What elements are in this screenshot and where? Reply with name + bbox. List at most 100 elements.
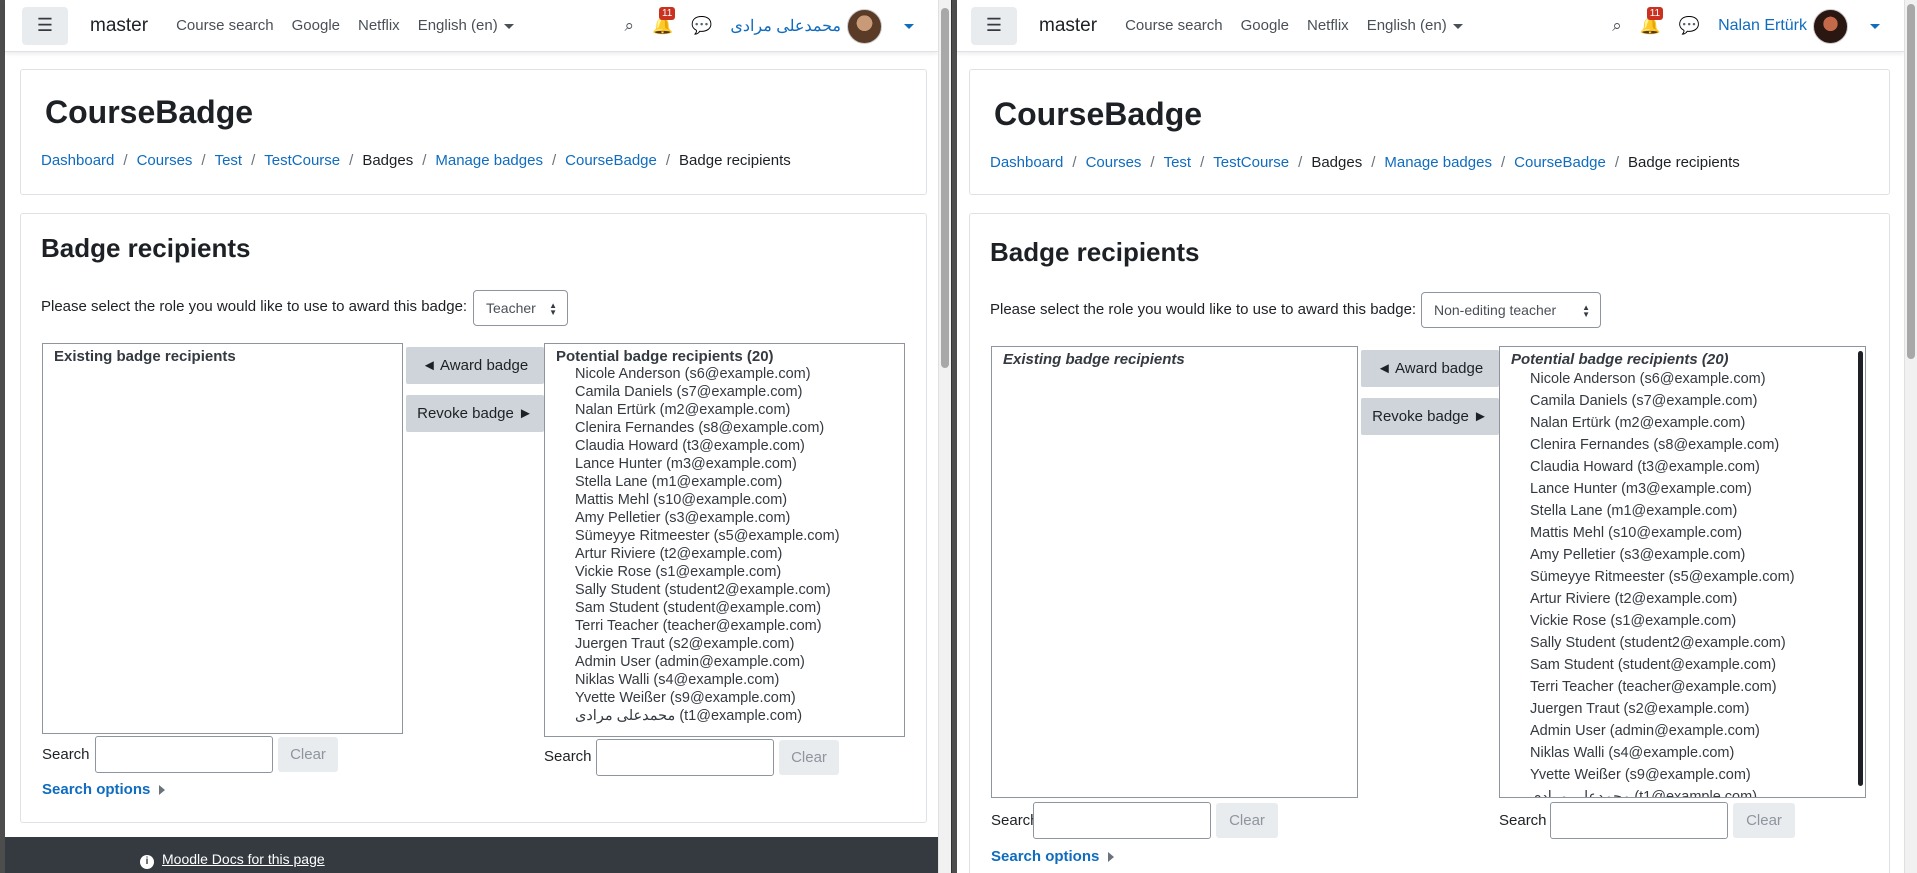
page-scrollbar[interactable] [1904,0,1917,873]
existing-search-input[interactable] [1033,802,1211,839]
nav-link-netflix[interactable]: Netflix [1307,17,1349,34]
drawer-toggle-button[interactable]: ☰ [22,6,68,45]
list-item[interactable]: Vickie Rose (s1@example.com) [1500,610,1865,632]
breadcrumb-courses[interactable]: Courses [137,152,193,169]
list-item[interactable]: Terri Teacher (teacher@example.com) [545,617,904,635]
nav-link-google[interactable]: Google [292,17,340,34]
list-item[interactable]: Sally Student (student2@example.com) [1500,632,1865,654]
list-item[interactable]: Amy Pelletier (s3@example.com) [545,509,904,527]
potential-recipients-listbox[interactable]: Potential badge recipients (20) Nicole A… [544,343,905,737]
search-options-toggle[interactable]: Search options [42,781,166,798]
breadcrumb-coursebadge[interactable]: CourseBadge [1514,154,1606,171]
breadcrumb-manage-badges[interactable]: Manage badges [1384,154,1492,171]
nav-link-google[interactable]: Google [1241,17,1289,34]
breadcrumb-testcourse[interactable]: TestCourse [264,152,340,169]
list-item[interactable]: Clenira Fernandes (s8@example.com) [545,419,904,437]
existing-search-input[interactable] [95,736,273,773]
list-item[interactable]: Sümeyye Ritmeester (s5@example.com) [1500,566,1865,588]
potential-recipients-listbox[interactable]: Potential badge recipients (20) Nicole A… [1499,346,1866,798]
list-item[interactable]: Nalan Ertürk (m2@example.com) [545,401,904,419]
drawer-toggle-button[interactable]: ☰ [971,6,1017,45]
list-item[interactable]: Artur Riviere (t2@example.com) [1500,588,1865,610]
breadcrumb-testcourse[interactable]: TestCourse [1213,154,1289,171]
list-item[interactable]: Vickie Rose (s1@example.com) [545,563,904,581]
breadcrumb-dashboard[interactable]: Dashboard [41,152,114,169]
breadcrumb-manage-badges[interactable]: Manage badges [435,152,543,169]
list-item[interactable]: Nalan Ertürk (m2@example.com) [1500,412,1865,434]
list-item[interactable]: Mattis Mehl (s10@example.com) [545,491,904,509]
page-scrollbar[interactable] [938,0,951,873]
avatar[interactable] [1813,8,1848,44]
search-options-toggle[interactable]: Search options [991,848,1115,865]
messages-icon[interactable]: 💬 [691,16,712,36]
existing-clear-button[interactable]: Clear [278,737,338,772]
moodle-docs-link[interactable]: i Moodle Docs for this page [140,851,325,869]
breadcrumb-dashboard[interactable]: Dashboard [990,154,1063,171]
breadcrumb-coursebadge[interactable]: CourseBadge [565,152,657,169]
list-item[interactable]: Nicole Anderson (s6@example.com) [545,365,904,383]
user-menu-name[interactable]: محمدعلی مرادی [730,16,841,36]
potential-clear-button[interactable]: Clear [779,740,839,775]
site-name[interactable]: master [1039,15,1097,37]
list-item[interactable]: محمدعلی مرادی (t1@example.com) [1500,786,1865,797]
list-item[interactable]: Terri Teacher (teacher@example.com) [1500,676,1865,698]
list-item[interactable]: Artur Riviere (t2@example.com) [545,545,904,563]
list-item[interactable]: Clenira Fernandes (s8@example.com) [1500,434,1865,456]
avatar[interactable] [847,8,882,44]
list-item[interactable]: Stella Lane (m1@example.com) [545,473,904,491]
list-item[interactable]: Sally Student (student2@example.com) [545,581,904,599]
list-item[interactable]: Juergen Traut (s2@example.com) [545,635,904,653]
listbox-scrollbar[interactable] [1858,351,1863,786]
list-item[interactable]: Yvette Weißer (s9@example.com) [545,689,904,707]
list-item[interactable]: Nicole Anderson (s6@example.com) [1500,368,1865,390]
list-item[interactable]: Camila Daniels (s7@example.com) [545,383,904,401]
role-select[interactable]: Teacher ▲ ▼ [473,290,568,326]
potential-clear-button[interactable]: Clear [1733,803,1795,838]
list-item[interactable]: Claudia Howard (t3@example.com) [545,437,904,455]
nav-link-netflix[interactable]: Netflix [358,17,400,34]
list-item[interactable]: Admin User (admin@example.com) [1500,720,1865,742]
language-menu[interactable]: English (en) [418,17,514,34]
list-item[interactable]: Niklas Walli (s4@example.com) [1500,742,1865,764]
revoke-badge-button[interactable]: Revoke badge ► [1361,398,1499,435]
list-item[interactable]: Mattis Mehl (s10@example.com) [1500,522,1865,544]
page-scrollbar-thumb[interactable] [1907,4,1915,359]
list-item[interactable]: Lance Hunter (m3@example.com) [545,455,904,473]
list-item[interactable]: Stella Lane (m1@example.com) [1500,500,1865,522]
list-item[interactable]: Sümeyye Ritmeester (s5@example.com) [545,527,904,545]
role-select[interactable]: Non-editing teacher ▲ ▼ [1421,292,1601,328]
list-item[interactable]: Niklas Walli (s4@example.com) [545,671,904,689]
breadcrumb-test[interactable]: Test [215,152,243,169]
messages-icon[interactable]: 💬 [1679,16,1700,36]
existing-recipients-listbox[interactable]: Existing badge recipients [42,343,403,734]
search-icon[interactable]: ⌕ [624,16,634,36]
breadcrumb-test[interactable]: Test [1164,154,1192,171]
list-item[interactable]: Yvette Weißer (s9@example.com) [1500,764,1865,786]
list-item[interactable]: Sam Student (student@example.com) [545,599,904,617]
award-badge-button[interactable]: ◄ Award badge [406,347,544,384]
list-item[interactable]: محمدعلی مرادی (t1@example.com) [545,707,904,725]
award-badge-button[interactable]: ◄ Award badge [1361,350,1499,387]
potential-search-input[interactable] [596,739,774,776]
user-menu-name[interactable]: Nalan Ertürk [1718,17,1807,35]
potential-search-input[interactable] [1550,802,1728,839]
list-item[interactable]: Camila Daniels (s7@example.com) [1500,390,1865,412]
list-item[interactable]: Sam Student (student@example.com) [1500,654,1865,676]
page-scrollbar-thumb[interactable] [941,8,949,368]
nav-link-course-search[interactable]: Course search [176,17,274,34]
user-menu-caret-icon[interactable] [904,23,914,29]
list-item[interactable]: Amy Pelletier (s3@example.com) [1500,544,1865,566]
site-name[interactable]: master [90,15,148,37]
user-menu-caret-icon[interactable] [1870,23,1880,29]
list-item[interactable]: Juergen Traut (s2@example.com) [1500,698,1865,720]
notification-bell-icon[interactable]: 🔔 11 [652,7,676,36]
list-item[interactable]: Admin User (admin@example.com) [545,653,904,671]
language-menu[interactable]: English (en) [1367,17,1463,34]
notification-bell-icon[interactable]: 🔔 11 [1640,7,1664,36]
breadcrumb-courses[interactable]: Courses [1086,154,1142,171]
existing-clear-button[interactable]: Clear [1216,803,1278,838]
list-item[interactable]: Claudia Howard (t3@example.com) [1500,456,1865,478]
list-item[interactable]: Lance Hunter (m3@example.com) [1500,478,1865,500]
existing-recipients-listbox[interactable]: Existing badge recipients [991,346,1358,798]
nav-link-course-search[interactable]: Course search [1125,17,1223,34]
